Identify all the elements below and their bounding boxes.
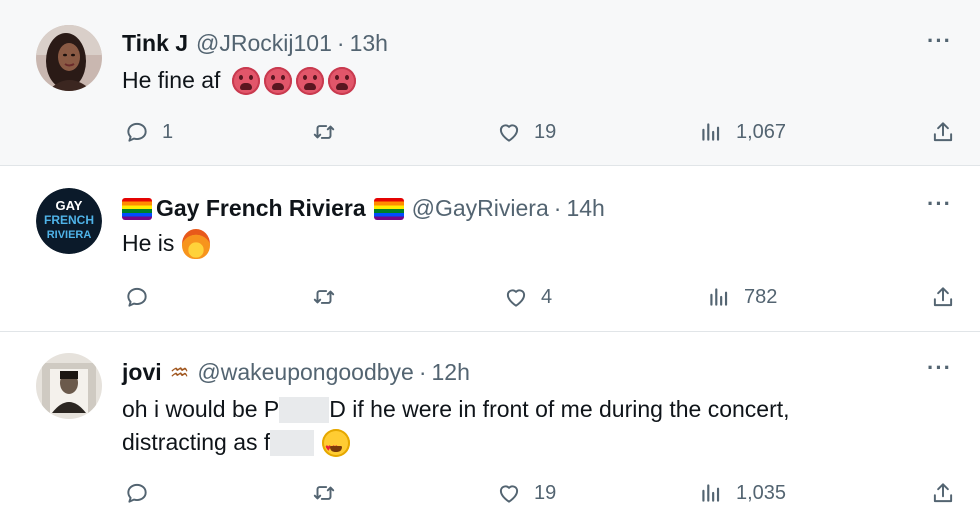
heart-eyes-emoji-icon bbox=[322, 428, 351, 465]
more-icon: ··· bbox=[927, 191, 952, 216]
fire-emoji-icon bbox=[182, 228, 211, 259]
reply-icon bbox=[127, 122, 147, 142]
display-name[interactable]: Tink J bbox=[122, 30, 188, 57]
tweet-text-segment: distracting as f bbox=[122, 429, 271, 455]
user-handle[interactable]: @JRockij101 bbox=[196, 30, 332, 57]
tweet-actions: 1 19 1,067 bbox=[0, 115, 980, 149]
views-button[interactable]: 1,035 bbox=[698, 476, 786, 510]
reply-icon bbox=[127, 287, 147, 307]
more-options-button[interactable]: ··· bbox=[927, 355, 952, 381]
separator-dot: · bbox=[418, 359, 427, 385]
views-icon bbox=[702, 484, 720, 502]
share-icon bbox=[933, 122, 953, 142]
views-count: 1,067 bbox=[736, 120, 787, 143]
retweet-icon bbox=[313, 486, 335, 500]
display-name[interactable]: Gay French Riviera bbox=[156, 195, 366, 222]
like-icon bbox=[506, 289, 526, 307]
tweet-text: He is bbox=[122, 227, 211, 260]
tweet-actions: 19 1,035 bbox=[0, 476, 980, 510]
avatar-gay-french-riviera[interactable]: GAY FRENCH RIVIERA bbox=[36, 188, 102, 254]
reply-button[interactable] bbox=[124, 280, 162, 314]
avatar-tink-j[interactable] bbox=[36, 25, 102, 91]
scorpion-emoji-icon: ♒︎ bbox=[169, 359, 190, 385]
more-icon: ··· bbox=[927, 28, 952, 53]
redacted-block bbox=[270, 429, 315, 456]
like-count: 4 bbox=[541, 285, 553, 308]
rainbow-flag-icon bbox=[373, 197, 404, 220]
reply-button[interactable]: 1 bbox=[124, 115, 173, 149]
like-count: 19 bbox=[534, 120, 557, 143]
like-count: 19 bbox=[534, 481, 557, 504]
tweet-text-content: He fine af bbox=[122, 67, 221, 93]
avatar-text-line2: FRENCH bbox=[44, 213, 94, 227]
like-icon bbox=[499, 485, 519, 503]
tweet-gay-french-riviera[interactable]: GAY FRENCH RIVIERA Gay French Riviera @G… bbox=[0, 167, 980, 332]
avatar-text-line1: GAY bbox=[56, 198, 83, 213]
hot-face-emoji-icon bbox=[328, 66, 357, 95]
like-button[interactable]: 4 bbox=[503, 280, 552, 314]
tweet-text: He fine af bbox=[122, 64, 357, 97]
views-count: 782 bbox=[744, 285, 778, 308]
more-options-button[interactable]: ··· bbox=[927, 28, 952, 54]
tweet-jovi[interactable]: jovi ♒︎ @wakeupongoodbye · 12h ··· oh i … bbox=[0, 333, 980, 524]
tweet-text-segment: oh i would be P bbox=[122, 396, 280, 422]
timestamp[interactable]: 13h bbox=[350, 30, 388, 57]
reply-button[interactable] bbox=[124, 476, 162, 510]
like-button[interactable]: 19 bbox=[496, 476, 556, 510]
retweet-button[interactable] bbox=[311, 115, 337, 149]
timestamp[interactable]: 14h bbox=[566, 195, 604, 222]
share-button[interactable] bbox=[930, 280, 956, 314]
tweet-text-content: He is bbox=[122, 230, 175, 256]
display-name[interactable]: jovi bbox=[122, 359, 162, 386]
separator-dot: · bbox=[553, 195, 562, 221]
views-icon bbox=[710, 288, 728, 306]
retweet-button[interactable] bbox=[311, 280, 337, 314]
hot-face-emoji-icon bbox=[296, 66, 325, 95]
share-button[interactable] bbox=[930, 115, 956, 149]
tweet-text: oh i would be P D if he were in front of… bbox=[122, 393, 790, 465]
views-icon bbox=[702, 123, 720, 141]
rainbow-flag-icon bbox=[122, 197, 152, 220]
tweet-text-segment: D if he were in front of me during the c… bbox=[329, 396, 790, 422]
timestamp[interactable]: 12h bbox=[432, 359, 470, 386]
more-options-button[interactable]: ··· bbox=[927, 191, 952, 217]
views-button[interactable]: 782 bbox=[706, 280, 777, 314]
tweet-header: jovi ♒︎ @wakeupongoodbye · 12h bbox=[122, 359, 470, 386]
views-button[interactable]: 1,067 bbox=[698, 115, 786, 149]
retweet-icon bbox=[313, 290, 335, 304]
retweet-button[interactable] bbox=[311, 476, 337, 510]
tweet-text-line: distracting as f bbox=[122, 426, 351, 465]
share-icon bbox=[933, 483, 953, 503]
reply-count: 1 bbox=[162, 120, 174, 143]
user-handle[interactable]: @wakeupongoodbye bbox=[197, 359, 413, 386]
like-icon bbox=[499, 124, 519, 142]
share-button[interactable] bbox=[930, 476, 956, 510]
tweet-actions: 4 782 bbox=[0, 280, 980, 314]
tweet-header: Tink J @JRockij101 · 13h bbox=[122, 30, 388, 57]
share-icon bbox=[933, 287, 953, 307]
reply-icon bbox=[127, 483, 147, 503]
user-handle[interactable]: @GayRiviera bbox=[412, 195, 549, 222]
views-count: 1,035 bbox=[736, 481, 787, 504]
tweet-text-line: oh i would be P D if he were in front of… bbox=[122, 393, 790, 426]
tweet-header: Gay French Riviera @GayRiviera · 14h bbox=[122, 195, 605, 222]
avatar-jovi[interactable] bbox=[36, 353, 102, 419]
avatar-text-line3: RIVIERA bbox=[47, 229, 92, 241]
separator-dot: · bbox=[336, 30, 345, 56]
hot-face-emoji-icon bbox=[264, 66, 293, 95]
tweet-tink-j[interactable]: Tink J @JRockij101 · 13h ··· He fine af … bbox=[0, 0, 980, 166]
more-icon: ··· bbox=[927, 355, 952, 380]
hot-face-emoji-icon bbox=[232, 66, 261, 95]
redacted-block bbox=[279, 396, 330, 423]
like-button[interactable]: 19 bbox=[496, 115, 556, 149]
retweet-icon bbox=[313, 125, 335, 139]
